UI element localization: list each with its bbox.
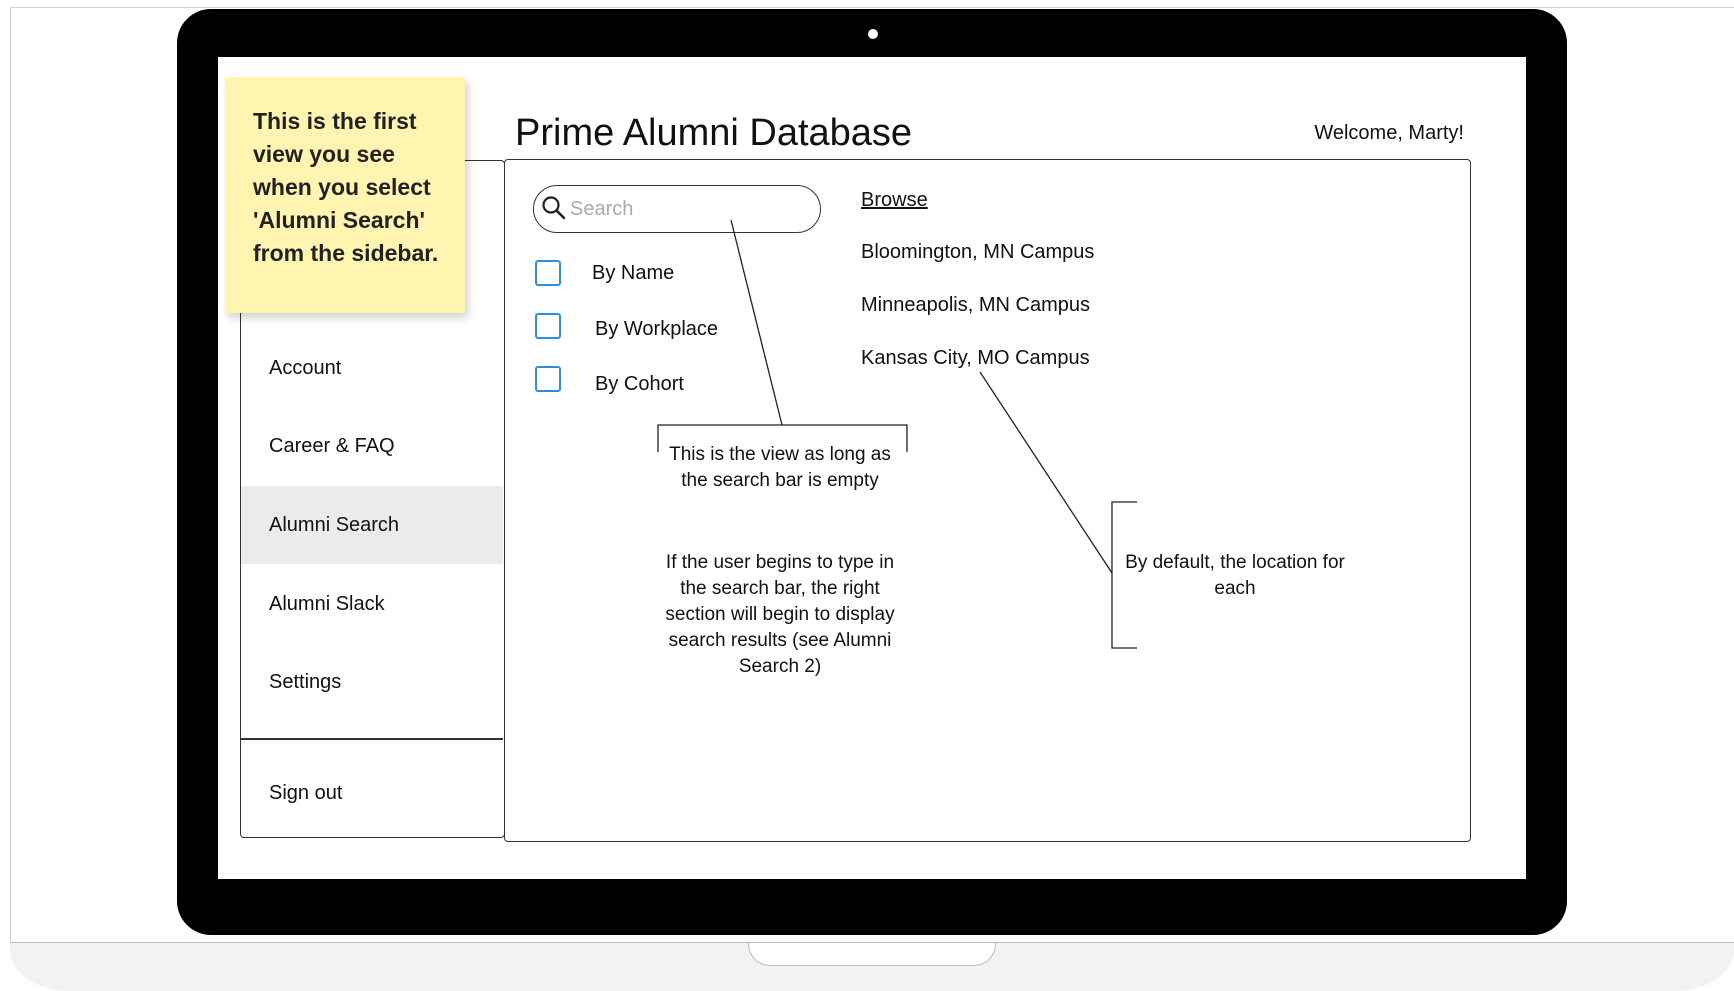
annotation-connectors <box>657 219 1137 649</box>
search-annotation-detail: If the user begins to type in the search… <box>665 552 895 677</box>
search-annotation-note: This is the view as long as the search b… <box>669 444 891 491</box>
location-annotation-note: By default, the location for each <box>1125 552 1345 599</box>
